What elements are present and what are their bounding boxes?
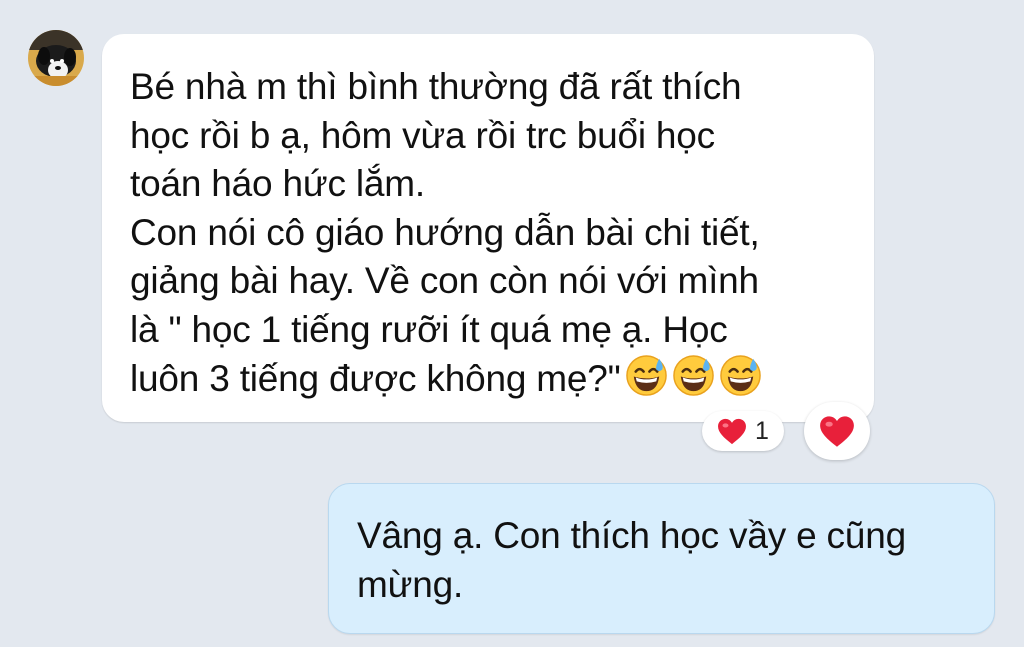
heart-icon [819,415,855,448]
incoming-message-bubble[interactable]: Bé nhà m thì bình thường đã rất thích họ… [102,34,874,422]
grinning-sweat-emoji [625,354,668,397]
outgoing-message-bubble[interactable]: Vâng ạ. Con thích học vầy e cũng mừng. [328,483,995,634]
message-line: Bé nhà m thì bình thường đã rất thích [130,66,742,107]
react-button[interactable] [804,402,870,460]
message-line: Vâng ạ. Con thích học vầy e cũng [357,515,906,556]
message-line-text: luôn 3 tiếng được không mẹ?" [130,358,621,399]
grinning-sweat-emoji [672,354,715,397]
sender-avatar[interactable] [28,30,84,86]
message-line: học rồi b ạ, hôm vừa rồi trc buổi học [130,114,715,156]
message-line-last: luôn 3 tiếng được không mẹ?" [130,354,854,404]
chat-area: Bé nhà m thì bình thường đã rất thích họ… [0,0,1024,647]
message-line: toán háo hức lắm. [130,163,425,204]
heart-icon [717,418,747,445]
reaction-count: 1 [755,416,769,445]
message-line: Con nói cô giáo hướng dẫn bài chi tiết, [130,211,760,253]
message-line: giảng bài hay. Về con còn nói với mình [130,260,759,301]
message-line: mừng. [357,563,464,605]
message-line: là " học 1 tiếng rưỡi ít quá mẹ ạ. Học [130,308,728,350]
grinning-sweat-emoji [719,354,762,397]
message-reaction[interactable]: 1 [702,411,784,451]
